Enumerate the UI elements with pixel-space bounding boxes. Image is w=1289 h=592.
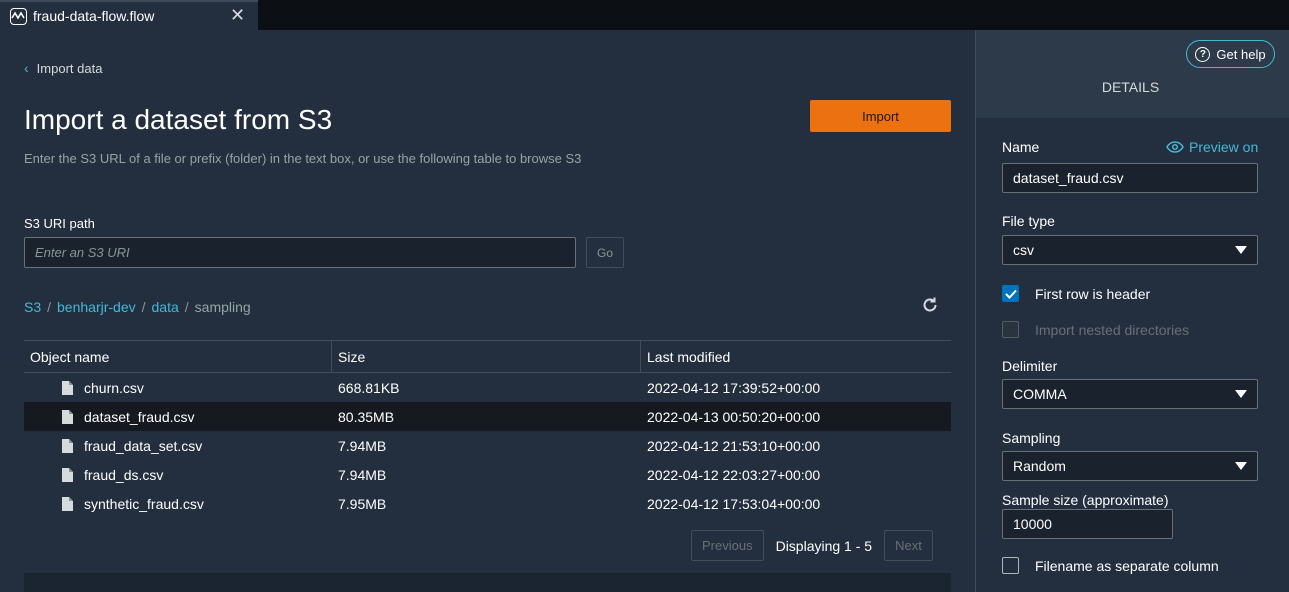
object-size: 80.35MB [338,408,395,425]
s3-uri-input[interactable] [24,237,576,268]
file-icon [62,438,73,453]
object-size: 7.94MB [338,437,387,454]
delimiter-label: Delimiter [1002,358,1058,374]
page-description: Enter the S3 URL of a file or prefix (fo… [24,151,582,166]
back-link[interactable]: ‹ Import data [24,60,102,76]
import-nested-label: Import nested directories [1035,321,1190,338]
main-content: ‹ Import data Import Import a dataset fr… [0,30,975,592]
file-icon [62,380,73,395]
object-name: fraud_ds.csv [84,466,164,483]
details-panel: ? Get help DETAILS Name Preview on datas… [975,30,1289,592]
object-name-cell: fraud_data_set.csv [24,438,332,454]
object-name-cell: synthetic_fraud.csv [24,496,332,512]
delimiter-select[interactable]: COMMA [1002,379,1258,409]
table-row[interactable]: fraud_ds.csv 7.94MB 2022-04-12 22:03:27+… [24,460,951,489]
breadcrumb-s3[interactable]: S3 [24,299,41,315]
get-help-label: Get help [1216,46,1266,62]
breadcrumb-separator: / [47,299,52,315]
filename-column-checkbox[interactable] [1002,557,1019,574]
s3-uri-label: S3 URI path [24,216,95,231]
preview-area [24,573,951,592]
sample-size-input[interactable]: 10000 [1002,509,1173,539]
object-modified: 2022-04-12 22:03:27+00:00 [647,466,821,483]
table-header: Object name Size Last modified [24,340,951,373]
help-icon: ? [1195,46,1211,62]
caret-down-icon [1235,462,1247,470]
object-modified: 2022-04-13 00:50:20+00:00 [647,408,821,425]
pagination-status: Displaying 1 - 5 [775,537,873,554]
chevron-left-icon: ‹ [24,60,29,76]
tab-title: fraud-data-flow.flow [33,8,155,24]
import-button[interactable]: Import [810,100,951,132]
first-row-header-checkbox[interactable] [1002,285,1019,302]
object-name: fraud_data_set.csv [84,437,203,454]
preview-label: Preview on [1189,139,1259,155]
checkmark-icon [1004,289,1017,299]
tab-bar: fraud-data-flow.flow ✕ [0,0,1289,30]
object-modified: 2022-04-12 17:53:04+00:00 [647,495,821,512]
go-button[interactable]: Go [586,237,624,268]
import-nested-checkbox[interactable] [1002,321,1019,338]
get-help-button[interactable]: ? Get help [1186,40,1275,68]
next-button[interactable]: Next [884,530,933,561]
object-name: dataset_fraud.csv [84,408,195,425]
table-row[interactable]: fraud_data_set.csv 7.94MB 2022-04-12 21:… [24,431,951,460]
name-label: Name [1002,139,1040,155]
sampling-label: Sampling [1002,430,1061,446]
back-link-label: Import data [36,60,103,76]
object-name: churn.csv [84,379,144,396]
delimiter-value: COMMA [1013,386,1067,402]
name-input[interactable]: dataset_fraud.csv [1002,163,1258,193]
file-type-value: csv [1013,242,1034,258]
sampling-value: Random [1013,458,1066,474]
previous-button[interactable]: Previous [691,530,764,561]
caret-down-icon [1235,390,1247,398]
filename-column-label: Filename as separate column [1035,557,1219,574]
file-icon [62,467,73,482]
object-size: 7.94MB [338,466,387,483]
details-title: DETAILS [1101,79,1160,95]
object-name: synthetic_fraud.csv [84,495,204,512]
breadcrumb-current: sampling [194,299,251,315]
first-row-header-option: First row is header [1002,285,1150,302]
eye-icon [1166,141,1184,153]
filename-column-option: Filename as separate column [1002,557,1219,574]
column-header-object-name[interactable]: Object name [24,341,332,372]
tab-fraud-data-flow[interactable]: fraud-data-flow.flow ✕ [0,0,258,30]
object-name-cell: churn.csv [24,380,332,396]
object-name-cell: fraud_ds.csv [24,467,332,483]
file-icon [62,496,73,511]
column-header-last-modified[interactable]: Last modified [641,341,951,372]
flow-icon [10,8,27,25]
table-row[interactable]: synthetic_fraud.csv 7.95MB 2022-04-12 17… [24,489,951,518]
breadcrumb-bucket[interactable]: benharjr-dev [57,299,136,315]
sample-size-label: Sample size (approximate) [1002,492,1169,508]
table-row-selected[interactable]: dataset_fraud.csv 80.35MB 2022-04-13 00:… [24,402,951,431]
preview-toggle[interactable]: Preview on [1166,139,1258,155]
table-row[interactable]: churn.csv 668.81KB 2022-04-12 17:39:52+0… [24,373,951,402]
breadcrumb-folder[interactable]: data [152,299,179,315]
file-type-select[interactable]: csv [1002,235,1258,265]
object-name-cell: dataset_fraud.csv [24,409,332,425]
object-size: 7.95MB [338,495,387,512]
caret-down-icon [1235,246,1247,254]
object-modified: 2022-04-12 21:53:10+00:00 [647,437,821,454]
breadcrumb: S3 / benharjr-dev / data / sampling [24,299,251,315]
breadcrumb-separator: / [184,299,189,315]
object-size: 668.81KB [338,379,400,396]
first-row-header-label: First row is header [1035,285,1151,302]
pagination: Previous Displaying 1 - 5 Next [691,530,933,561]
file-type-label: File type [1002,213,1055,229]
object-modified: 2022-04-12 17:39:52+00:00 [647,379,821,396]
breadcrumb-separator: / [141,299,146,315]
refresh-icon[interactable] [921,296,939,314]
details-header: ? Get help DETAILS [976,30,1289,118]
file-icon [62,409,73,424]
sampling-select[interactable]: Random [1002,451,1258,481]
page-title: Import a dataset from S3 [24,104,333,135]
objects-table: Object name Size Last modified churn.csv… [24,340,951,518]
close-icon[interactable]: ✕ [230,5,245,26]
column-header-size[interactable]: Size [332,341,641,372]
import-nested-option: Import nested directories [1002,321,1189,338]
